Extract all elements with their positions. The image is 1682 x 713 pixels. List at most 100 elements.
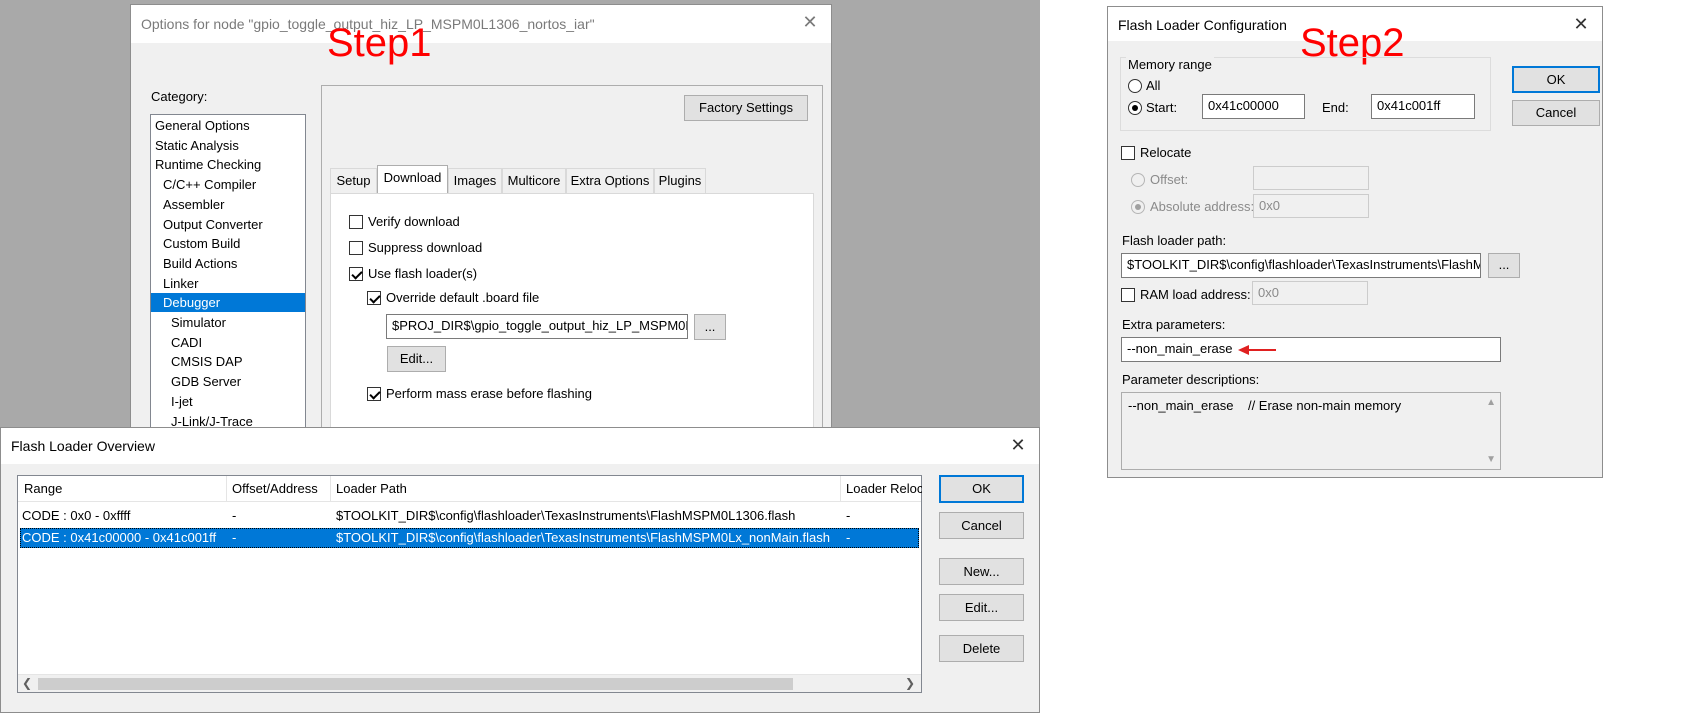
close-icon[interactable]: ✕ bbox=[1005, 432, 1031, 458]
board-edit-button[interactable]: Edit... bbox=[387, 346, 446, 372]
parameter-descriptions-label: Parameter descriptions: bbox=[1122, 372, 1260, 387]
close-icon[interactable]: ✕ bbox=[1568, 11, 1594, 37]
start-radio[interactable] bbox=[1128, 101, 1142, 115]
column-divider bbox=[840, 476, 841, 502]
scroll-down-icon[interactable]: ▼ bbox=[1486, 454, 1496, 465]
table-row[interactable]: CODE : 0x0 - 0xffff - $TOOLKIT_DIR$\conf… bbox=[18, 506, 921, 526]
tab-multicore[interactable]: Multicore bbox=[502, 168, 566, 194]
options-dialog: Options for node "gpio_toggle_output_hiz… bbox=[0, 0, 1040, 433]
absolute-address-input[interactable]: 0x0 bbox=[1253, 194, 1369, 218]
end-input[interactable]: 0x41c001ff bbox=[1371, 94, 1475, 119]
config-title: Flash Loader Configuration bbox=[1118, 17, 1287, 33]
scroll-left-icon[interactable]: ❮ bbox=[22, 676, 32, 690]
column-divider bbox=[226, 476, 227, 502]
column-header-loader-reloc[interactable]: Loader Reloca bbox=[846, 476, 922, 502]
category-list[interactable]: General Options Static Analysis Runtime Ch… bbox=[150, 114, 306, 432]
overview-edit-button[interactable]: Edit... bbox=[939, 594, 1024, 621]
board-file-path-input[interactable]: $PROJ_DIR$\gpio_toggle_output_hiz_LP_MSP… bbox=[386, 314, 688, 339]
board-file-browse-button[interactable]: ... bbox=[694, 314, 726, 340]
row-offset: - bbox=[232, 508, 237, 523]
category-item[interactable]: C/C++ Compiler bbox=[151, 175, 305, 194]
offset-label: Offset: bbox=[1150, 172, 1189, 187]
row-loader-path: $TOOLKIT_DIR$\config\flashloader\TexasIn… bbox=[336, 508, 796, 523]
category-item[interactable]: GDB Server bbox=[151, 372, 305, 391]
row-range: CODE : 0x41c00000 - 0x41c001ff bbox=[22, 530, 217, 545]
category-item[interactable]: CMSIS DAP bbox=[151, 352, 305, 371]
screenshot-root: { "options_dialog": { "title": "Options … bbox=[0, 0, 1682, 713]
category-item[interactable]: Debugger bbox=[151, 293, 305, 313]
use-flash-loaders-label: Use flash loader(s) bbox=[368, 266, 478, 281]
override-board-file-label: Override default .board file bbox=[386, 290, 540, 305]
column-header-range[interactable]: Range bbox=[24, 476, 224, 502]
offset-input[interactable] bbox=[1253, 166, 1369, 190]
column-header-loader-path[interactable]: Loader Path bbox=[336, 476, 836, 502]
override-board-file-checkbox[interactable] bbox=[367, 291, 381, 305]
flash-loader-path-input[interactable]: $TOOLKIT_DIR$\config\flashloader\TexasIn… bbox=[1121, 253, 1481, 278]
scroll-thumb[interactable] bbox=[38, 678, 793, 690]
options-titlebar: Options for node "gpio_toggle_output_hiz… bbox=[131, 5, 831, 43]
start-input[interactable]: 0x41c00000 bbox=[1202, 94, 1305, 119]
pointer-arrow-icon bbox=[1238, 345, 1276, 355]
mass-erase-checkbox[interactable] bbox=[367, 387, 381, 401]
relocate-label: Relocate bbox=[1140, 145, 1192, 160]
scroll-up-icon[interactable]: ▲ bbox=[1486, 397, 1496, 408]
category-item[interactable]: Assembler bbox=[151, 195, 305, 214]
config-ok-button[interactable]: OK bbox=[1512, 66, 1600, 93]
relocate-checkbox[interactable] bbox=[1121, 146, 1135, 160]
category-item[interactable]: I-jet bbox=[151, 392, 305, 411]
parameter-descriptions-box[interactable]: --non_main_erase // Erase non-main memor… bbox=[1121, 392, 1501, 470]
category-item[interactable]: Static Analysis bbox=[151, 136, 305, 155]
options-panel: Factory Settings Setup Download Images M… bbox=[321, 85, 823, 433]
flash-loader-browse-button[interactable]: ... bbox=[1488, 253, 1520, 278]
flash-loader-configuration-dialog: Flash Loader Configuration ✕ Step2 Memor… bbox=[1107, 6, 1603, 478]
overview-cancel-button[interactable]: Cancel bbox=[939, 512, 1024, 539]
ram-load-address-checkbox[interactable] bbox=[1121, 288, 1135, 302]
category-item[interactable]: Simulator bbox=[151, 313, 305, 332]
all-radio[interactable] bbox=[1128, 79, 1142, 93]
suppress-download-label: Suppress download bbox=[368, 240, 483, 255]
extra-parameters-input[interactable]: --non_main_erase bbox=[1121, 337, 1501, 362]
absolute-address-radio[interactable] bbox=[1131, 200, 1145, 214]
overview-ok-button[interactable]: OK bbox=[939, 475, 1024, 503]
horizontal-scrollbar[interactable]: ❮ ❯ bbox=[18, 674, 921, 692]
suppress-download-checkbox[interactable] bbox=[349, 241, 363, 255]
absolute-address-label: Absolute address: bbox=[1150, 199, 1255, 214]
tab-images[interactable]: Images bbox=[448, 168, 502, 194]
scroll-right-icon[interactable]: ❯ bbox=[905, 676, 915, 690]
parameter-descriptions-text: --non_main_erase // Erase non-main memor… bbox=[1128, 398, 1402, 413]
category-item[interactable]: Custom Build bbox=[151, 234, 305, 253]
category-item[interactable]: Linker bbox=[151, 274, 305, 293]
ram-load-address-input[interactable]: 0x0 bbox=[1252, 281, 1368, 305]
row-range: CODE : 0x0 - 0xffff bbox=[22, 508, 131, 523]
category-label: Category: bbox=[151, 89, 208, 104]
column-divider bbox=[330, 476, 331, 502]
category-item[interactable]: Output Converter bbox=[151, 215, 305, 234]
all-label: All bbox=[1146, 78, 1161, 93]
close-icon[interactable]: ✕ bbox=[797, 9, 823, 35]
column-header-offset[interactable]: Offset/Address bbox=[232, 476, 328, 502]
tab-strip: Setup Download Images Multicore Extra Op… bbox=[330, 165, 810, 196]
offset-radio[interactable] bbox=[1131, 173, 1145, 187]
flash-loader-path-label: Flash loader path: bbox=[1122, 233, 1227, 248]
category-item[interactable]: General Options bbox=[151, 116, 305, 135]
row-offset: - bbox=[232, 530, 237, 545]
use-flash-loaders-checkbox[interactable] bbox=[349, 267, 363, 281]
options-window: Options for node "gpio_toggle_output_hiz… bbox=[130, 4, 832, 433]
factory-settings-button[interactable]: Factory Settings bbox=[684, 95, 808, 121]
overview-new-button[interactable]: New... bbox=[939, 558, 1024, 585]
overview-delete-button[interactable]: Delete bbox=[939, 635, 1024, 662]
table-row-selected[interactable]: CODE : 0x41c00000 - 0x41c001ff - $TOOLKI… bbox=[20, 528, 919, 548]
overview-title: Flash Loader Overview bbox=[11, 438, 155, 454]
category-item[interactable]: Build Actions bbox=[151, 254, 305, 273]
tab-download[interactable]: Download bbox=[377, 165, 448, 195]
category-item[interactable]: Runtime Checking bbox=[151, 155, 305, 174]
tab-plugins[interactable]: Plugins bbox=[654, 168, 706, 194]
verify-download-checkbox[interactable] bbox=[349, 215, 363, 229]
category-item[interactable]: CADI bbox=[151, 333, 305, 352]
tab-setup[interactable]: Setup bbox=[330, 168, 377, 194]
config-cancel-button[interactable]: Cancel bbox=[1512, 100, 1600, 126]
memory-range-label: Memory range bbox=[1126, 57, 1214, 72]
loader-list[interactable]: Range Offset/Address Loader Path Loader … bbox=[17, 475, 922, 693]
step1-label: Step1 bbox=[327, 21, 432, 65]
tab-extra-options[interactable]: Extra Options bbox=[566, 168, 654, 194]
